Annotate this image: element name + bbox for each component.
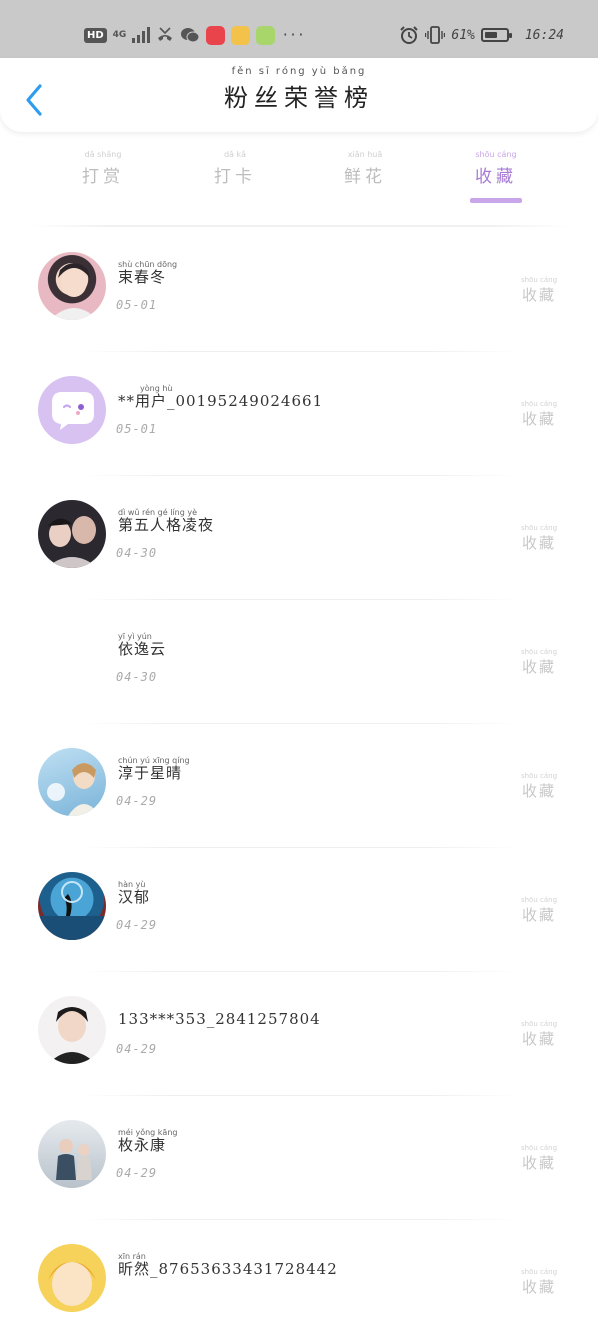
avatar[interactable] — [38, 1244, 106, 1312]
favorite-label: shōu cáng 收藏 — [518, 896, 560, 925]
user-name: 依逸云 — [118, 640, 167, 658]
list-item[interactable]: xīn rán 昕然_87653633431728442 shōu cáng 收… — [0, 1220, 598, 1344]
action-pinyin: shōu cáng — [520, 648, 558, 656]
tab-pinyin: dǎ shǎng — [84, 150, 122, 159]
action-label: 收藏 — [521, 658, 556, 676]
date: 05-01 — [116, 422, 158, 436]
tab-reward[interactable]: dǎ shǎng 打赏 — [63, 150, 143, 187]
user-name: **用户_00195249024661 — [118, 392, 324, 410]
action-pinyin: shōu cáng — [520, 772, 558, 780]
avatar[interactable] — [38, 1120, 106, 1188]
avatar[interactable] — [38, 996, 106, 1064]
date: 04-29 — [116, 1166, 158, 1180]
avatar[interactable] — [38, 376, 106, 444]
action-pinyin: shōu cáng — [520, 896, 558, 904]
top-navigation-bar: fěn sī róng yù bǎng 粉丝荣誉榜 — [0, 58, 598, 132]
hd-badge: HD — [84, 27, 107, 43]
status-bar-left: HD 4G ··· — [84, 22, 305, 48]
tab-label: 鲜花 — [344, 167, 386, 187]
tab-label: 打赏 — [82, 167, 124, 187]
favorite-label: shōu cáng 收藏 — [518, 1020, 560, 1049]
tabs-divider — [30, 225, 570, 227]
tab-favorites[interactable]: shōu cáng 收藏 — [456, 150, 536, 187]
missed-call-icon — [158, 27, 173, 41]
date: 04-29 — [116, 794, 158, 808]
user-name: 束春冬 — [118, 268, 167, 286]
tab-flowers[interactable]: xiān huā 鲜花 — [325, 150, 405, 187]
tab-pinyin: shōu cáng — [475, 150, 517, 159]
action-label: 收藏 — [521, 782, 556, 800]
list-item[interactable]: hàn yù 汉郁 04-29 shōu cáng 收藏 — [0, 848, 598, 972]
favorite-label: shōu cáng 收藏 — [518, 1144, 560, 1173]
list-item[interactable]: yī yì yún 依逸云 04-30 shōu cáng 收藏 — [0, 600, 598, 724]
alarm-icon — [400, 26, 419, 44]
action-pinyin: shōu cáng — [520, 1268, 558, 1276]
user-name: 淳于星晴 — [118, 764, 183, 782]
tab-label: 收藏 — [475, 167, 517, 187]
default-avatar-icon — [52, 392, 94, 430]
page-title: 粉丝荣誉榜 — [224, 84, 374, 112]
notes-app-icon — [206, 25, 226, 45]
action-label: 收藏 — [521, 1154, 556, 1172]
list-item[interactable]: dì wǔ rén gé líng yè 第五人格凌夜 04-30 shōu c… — [0, 476, 598, 600]
vibrate-icon — [425, 26, 446, 44]
user-name: 枚永康 — [118, 1136, 167, 1154]
date: 04-30 — [116, 546, 158, 560]
date: 04-29 — [116, 918, 158, 932]
date: 04-29 — [116, 1042, 158, 1056]
avatar[interactable] — [38, 252, 106, 320]
avatar[interactable] — [38, 500, 106, 568]
avatar[interactable] — [38, 748, 106, 816]
action-label: 收藏 — [521, 1030, 556, 1048]
action-pinyin: shōu cáng — [520, 400, 558, 408]
tab-label: 打卡 — [214, 167, 256, 187]
battery-percent: 61% — [451, 27, 475, 43]
status-bar-right: 61% 16:24 — [399, 22, 564, 48]
active-tab-indicator — [470, 198, 522, 203]
action-pinyin: shōu cáng — [520, 1020, 558, 1028]
date: 05-01 — [116, 298, 158, 312]
tab-pinyin: dǎ kǎ — [223, 150, 247, 159]
emoji-app-icon — [256, 25, 276, 45]
favorite-label: shōu cáng 收藏 — [518, 524, 560, 553]
page-title-pinyin: fěn sī róng yù bǎng — [231, 66, 367, 77]
action-label: 收藏 — [521, 286, 556, 304]
battery-fill — [484, 32, 497, 38]
action-label: 收藏 — [521, 1278, 556, 1296]
user-name: 汉郁 — [118, 888, 151, 906]
list-item[interactable]: méi yǒng kāng 枚永康 04-29 shōu cáng 收藏 — [0, 1096, 598, 1220]
favorite-label: shōu cáng 收藏 — [518, 772, 560, 801]
list-item[interactable]: yòng hù **用户_00195249024661 05-01 shōu c… — [0, 352, 598, 476]
avatar[interactable] — [38, 872, 106, 940]
battery-icon — [480, 28, 512, 42]
tab-pinyin: xiān huā — [347, 150, 383, 159]
action-label: 收藏 — [521, 906, 556, 924]
more-icon: ··· — [281, 27, 305, 43]
action-pinyin: shōu cáng — [520, 524, 558, 532]
game-app-icon — [231, 25, 251, 45]
action-pinyin: shōu cáng — [520, 276, 558, 284]
list-item[interactable]: shù chūn dōng 束春冬 05-01 shōu cáng 收藏 — [0, 228, 598, 352]
user-name: 第五人格凌夜 — [118, 516, 215, 534]
favorite-label: shōu cáng 收藏 — [518, 400, 560, 429]
favorite-label: shōu cáng 收藏 — [518, 276, 560, 305]
status-bar: HD 4G ··· 61% 16:24 — [0, 0, 598, 58]
action-label: 收藏 — [521, 410, 556, 428]
list-item[interactable]: 133***353_2841257804 04-29 shōu cáng 收藏 — [0, 972, 598, 1096]
date: 04-30 — [116, 670, 158, 684]
signal-icon — [132, 27, 151, 43]
user-name: 昕然_87653633431728442 — [118, 1260, 338, 1278]
status-time: 16:24 — [524, 27, 564, 43]
network-type: 4G — [112, 29, 127, 40]
favorite-label: shōu cáng 收藏 — [518, 648, 560, 677]
list-item[interactable]: chún yú xīng qíng 淳于星晴 04-29 shōu cáng 收… — [0, 724, 598, 848]
wechat-icon — [181, 28, 200, 43]
action-label: 收藏 — [521, 534, 556, 552]
action-pinyin: shōu cáng — [520, 1144, 558, 1152]
favorite-label: shōu cáng 收藏 — [518, 1268, 560, 1297]
tab-bar: dǎ shǎng 打赏 dǎ kǎ 打卡 xiān huā 鲜花 shōu cá… — [0, 150, 598, 210]
fan-list: shù chūn dōng 束春冬 05-01 shōu cáng 收藏 yòn… — [0, 228, 598, 1344]
user-name: 133***353_2841257804 — [118, 1010, 321, 1028]
tab-checkin[interactable]: dǎ kǎ 打卡 — [195, 150, 275, 187]
